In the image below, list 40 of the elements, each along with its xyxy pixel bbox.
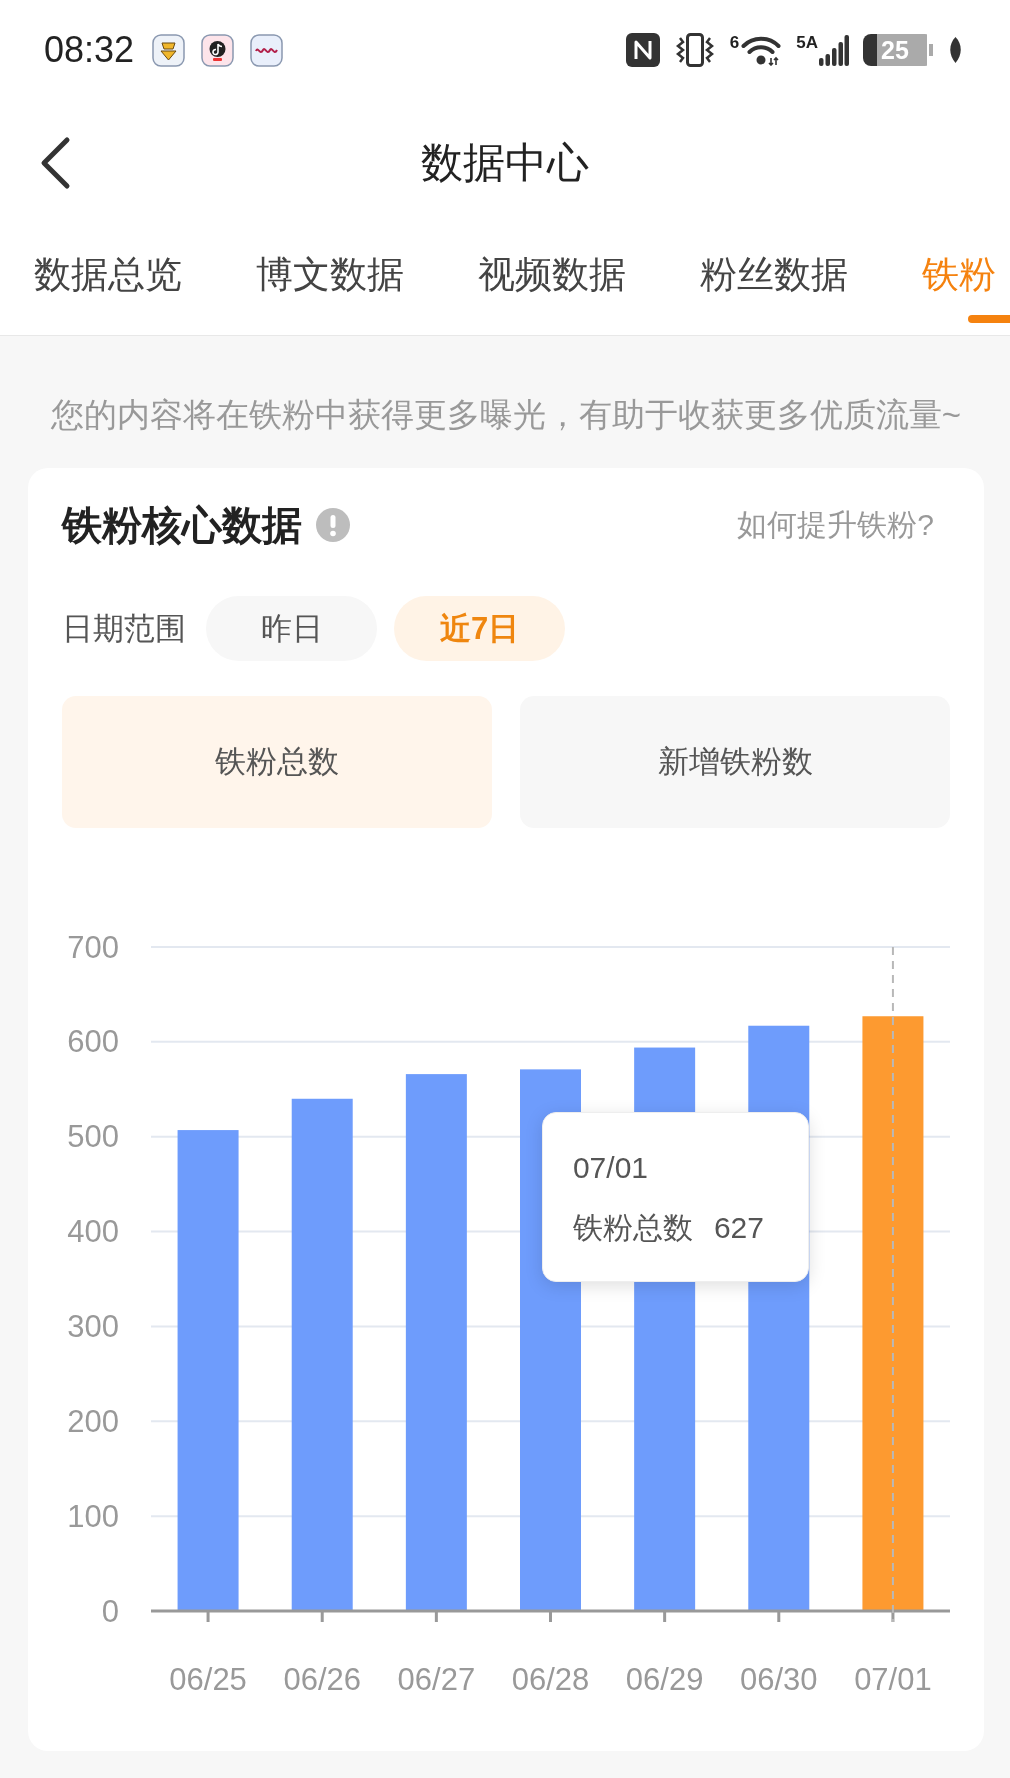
nfc-icon [625, 33, 660, 67]
x-axis-label: 07/01 [854, 1661, 932, 1697]
app-notification-icon [250, 33, 284, 67]
app-notification-icon [152, 33, 186, 67]
x-axis-label: 06/30 [740, 1661, 818, 1697]
y-axis-label: 600 [67, 1024, 119, 1060]
app-notification-icon [201, 33, 235, 67]
network-type-label: 5A [796, 34, 818, 52]
leaf-icon [947, 36, 964, 64]
tooltip-label: 铁粉总数 [572, 1210, 693, 1246]
date-range-option[interactable]: 昨日 [206, 596, 377, 661]
x-axis-label: 06/28 [511, 1661, 590, 1697]
date-range-label: 日期范围 [62, 609, 186, 648]
tab[interactable]: 视频数据 [478, 225, 626, 335]
y-axis-label: 200 [67, 1403, 119, 1439]
tab[interactable]: 博文数据 [256, 225, 404, 335]
tab[interactable]: 数据总览 [34, 225, 182, 335]
y-axis-label: 0 [101, 1593, 119, 1629]
metric-tab[interactable]: 铁粉总数 [62, 696, 492, 828]
page-title: 数据中心 [421, 137, 589, 188]
tooltip-value: 627 [713, 1210, 764, 1246]
x-axis-label: 06/25 [169, 1661, 247, 1697]
y-axis-label: 400 [67, 1214, 119, 1250]
y-axis-label: 500 [67, 1119, 119, 1155]
x-axis-label: 06/27 [397, 1661, 476, 1697]
status-time: 08:32 [44, 29, 135, 71]
signal-icon [819, 34, 849, 66]
tooltip-date: 07/01 [572, 1150, 649, 1186]
metric-tab[interactable]: 新增铁粉数 [520, 696, 950, 828]
x-axis-label: 06/26 [283, 1661, 361, 1697]
y-axis-label: 700 [67, 929, 119, 965]
y-axis-label: 100 [67, 1498, 119, 1534]
wifi-standard-label: 6 [729, 34, 740, 52]
tab[interactable]: 粉丝数据 [700, 225, 848, 335]
y-axis-label: 300 [67, 1308, 119, 1344]
battery-indicator: 25 [863, 34, 933, 66]
card-title: 铁粉核心数据 [62, 501, 302, 549]
x-axis-label: 06/29 [625, 1661, 704, 1697]
notice-text: 您的内容将在铁粉中获得更多曝光，有助于收获更多优质流量~ [49, 395, 963, 435]
wifi-icon [740, 34, 783, 66]
